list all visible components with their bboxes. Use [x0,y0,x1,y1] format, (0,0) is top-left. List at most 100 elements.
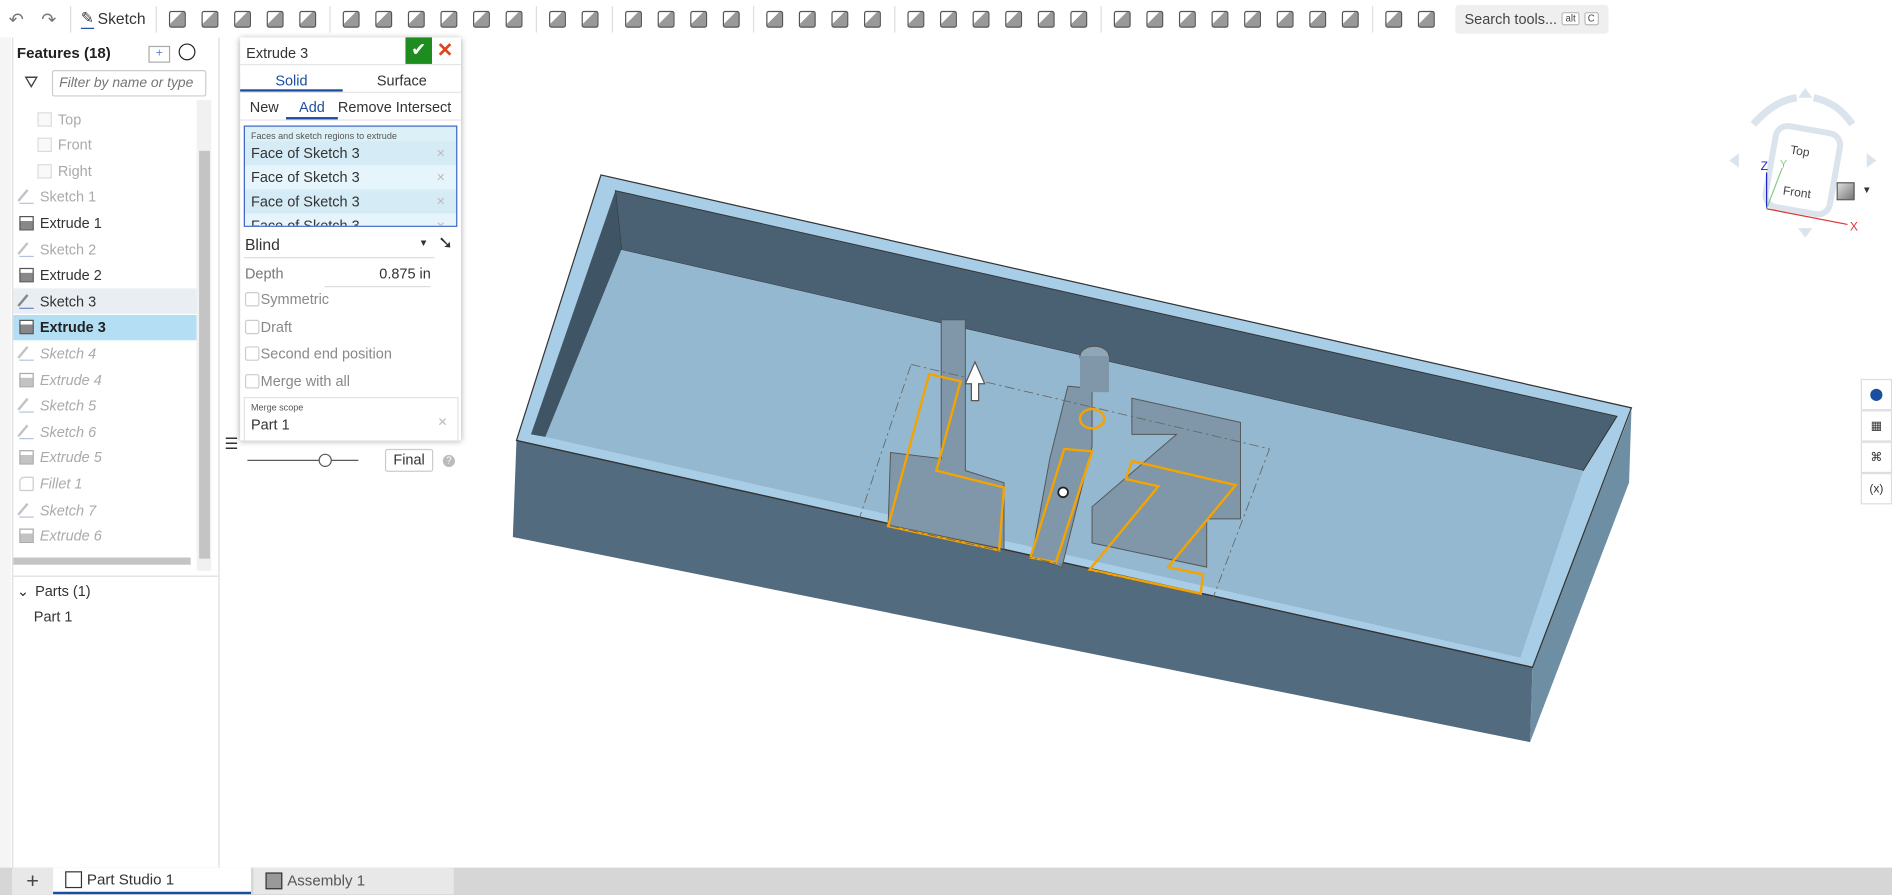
tab-intersect[interactable]: Intersect [390,99,458,116]
configurations-button[interactable]: (x) [1860,473,1892,505]
feature-item[interactable]: Extrude 2 [13,263,196,288]
end-type-select[interactable]: Blind [245,235,280,253]
rotate-arrow-icon[interactable] [1812,94,1856,127]
add-tab-button[interactable]: + [12,867,54,895]
fillet-button[interactable] [338,5,365,32]
remove-icon[interactable]: ✕ [436,141,445,165]
undo-button[interactable]: ↶ [3,5,30,32]
featurescript-button[interactable] [1381,5,1408,32]
scrollbar[interactable] [196,100,212,571]
rib-button[interactable] [436,5,463,32]
remove-icon[interactable]: ✕ [436,189,445,213]
arrow-right-icon[interactable] [1866,153,1877,168]
feature-item[interactable]: Sketch 5 [13,393,196,418]
merge-scope-box[interactable]: Merge scope Part 1 ✕ [243,397,459,442]
helix-button[interactable] [935,5,962,32]
tab-remove[interactable]: Remove [338,99,392,116]
feature-item[interactable]: Top [13,106,196,131]
part-item[interactable]: Part 1 [34,608,73,625]
plane-button[interactable] [903,5,930,32]
appearance-button[interactable]: ⬤ [1860,378,1892,411]
finish-sheet-metal-button[interactable] [1337,5,1364,32]
slider-handle[interactable] [318,453,332,467]
horizontal-scrollbar[interactable] [13,557,191,565]
remove-icon[interactable]: ✕ [436,214,445,226]
feature-item[interactable]: Sketch 6 [13,419,196,444]
clear-icon[interactable]: ✕ [438,416,448,429]
boolean-button[interactable] [620,5,647,32]
flange-button[interactable] [1142,5,1169,32]
checkbox[interactable] [244,292,260,307]
scrollbar-thumb[interactable] [199,150,210,559]
tab-part-studio-1[interactable]: Part Studio 1 [53,867,251,895]
feature-item[interactable]: Sketch 1 [13,184,196,209]
transform-button[interactable] [686,5,713,32]
model-view[interactable] [218,37,1892,867]
variable-history-button[interactable] [1001,5,1028,32]
variable-button[interactable] [1033,5,1060,32]
feature-item[interactable]: Sketch 7 [13,497,196,522]
preview-slider[interactable] [247,459,359,461]
checkbox[interactable] [244,319,260,334]
feature-item[interactable]: Extrude 3 [13,314,197,341]
delete-face-button[interactable] [794,5,821,32]
shell-button[interactable] [468,5,495,32]
sweep-button[interactable] [229,5,256,32]
selection-item[interactable]: Face of Sketch 3 ✕ [244,165,457,190]
view-cube[interactable]: Top Front Z Y X [1727,86,1878,243]
flip-direction-icon[interactable]: ➘ [438,232,453,254]
tab-assembly-1[interactable]: Assembly 1 [253,867,454,895]
help-icon[interactable]: ? [442,454,455,467]
tab-solid[interactable]: Solid [240,72,343,89]
linear-pattern-button[interactable] [544,5,571,32]
extrude-button[interactable] [164,5,191,32]
feature-item[interactable]: Extrude 1 [13,210,196,235]
display-states-button[interactable]: ⌘ [1860,441,1892,474]
assembly-parts-button[interactable] [1066,5,1093,32]
section-view-button[interactable]: ▦ [1860,410,1892,442]
caret-down-icon[interactable]: ▼ [419,238,429,249]
selection-item[interactable]: Face of Sketch 3 ✕ [244,189,457,214]
3d-viewport[interactable]: Top Front Z Y X ▼ [218,37,1892,867]
arrow-down-icon[interactable] [1797,228,1813,238]
feature-item[interactable]: Fillet 1 [13,471,196,496]
loft-button[interactable] [262,5,289,32]
list-toggle-icon[interactable]: ☰ [224,434,238,453]
feature-item[interactable]: Right [13,158,196,183]
mate-connector-button[interactable] [968,5,995,32]
filter-input[interactable] [51,69,207,97]
redo-button[interactable]: ↷ [36,5,63,32]
add-custom-feature-button[interactable] [1413,5,1440,32]
form-button[interactable] [1305,5,1332,32]
rollback-timer-icon[interactable] [178,43,196,61]
caret-down-icon[interactable]: ▼ [1862,185,1872,196]
tab-button[interactable] [1207,5,1234,32]
delete-part-button[interactable] [718,5,745,32]
add-folder-icon[interactable]: + [148,45,171,63]
replace-face-button[interactable] [859,5,886,32]
feature-item[interactable]: Front [13,132,196,157]
ok-button[interactable]: ✔ [405,37,432,64]
draft-button[interactable] [403,5,430,32]
modify-fillet-button[interactable] [762,5,789,32]
arrow-left-icon[interactable] [1729,153,1739,168]
selection-box[interactable]: Faces and sketch regions to extrude Face… [243,125,458,227]
feature-item[interactable]: Sketch 2 [13,237,196,262]
arrow-up-icon[interactable] [1797,88,1813,98]
selection-item[interactable]: Face of Sketch 3 ✕ [244,213,457,226]
selection-item[interactable]: Face of Sketch 3 ✕ [244,141,457,166]
manipulator-origin[interactable] [1057,486,1069,499]
mirror-button[interactable] [577,5,604,32]
parts-header[interactable]: ⌄ Parts (1) [17,583,91,600]
cancel-button[interactable]: ✕ [437,39,453,63]
filter-icon[interactable]: ⛛ [24,72,38,93]
hole-button[interactable] [501,5,528,32]
chamfer-button[interactable] [371,5,398,32]
view-options-cube-icon[interactable] [1836,182,1855,201]
remove-icon[interactable]: ✕ [436,165,445,189]
hem-button[interactable] [1174,5,1201,32]
sketch-button[interactable]: ✎ Sketch [76,8,150,29]
tab-add[interactable]: Add [286,99,338,116]
split-button[interactable] [653,5,680,32]
final-button[interactable]: Final [384,448,434,472]
